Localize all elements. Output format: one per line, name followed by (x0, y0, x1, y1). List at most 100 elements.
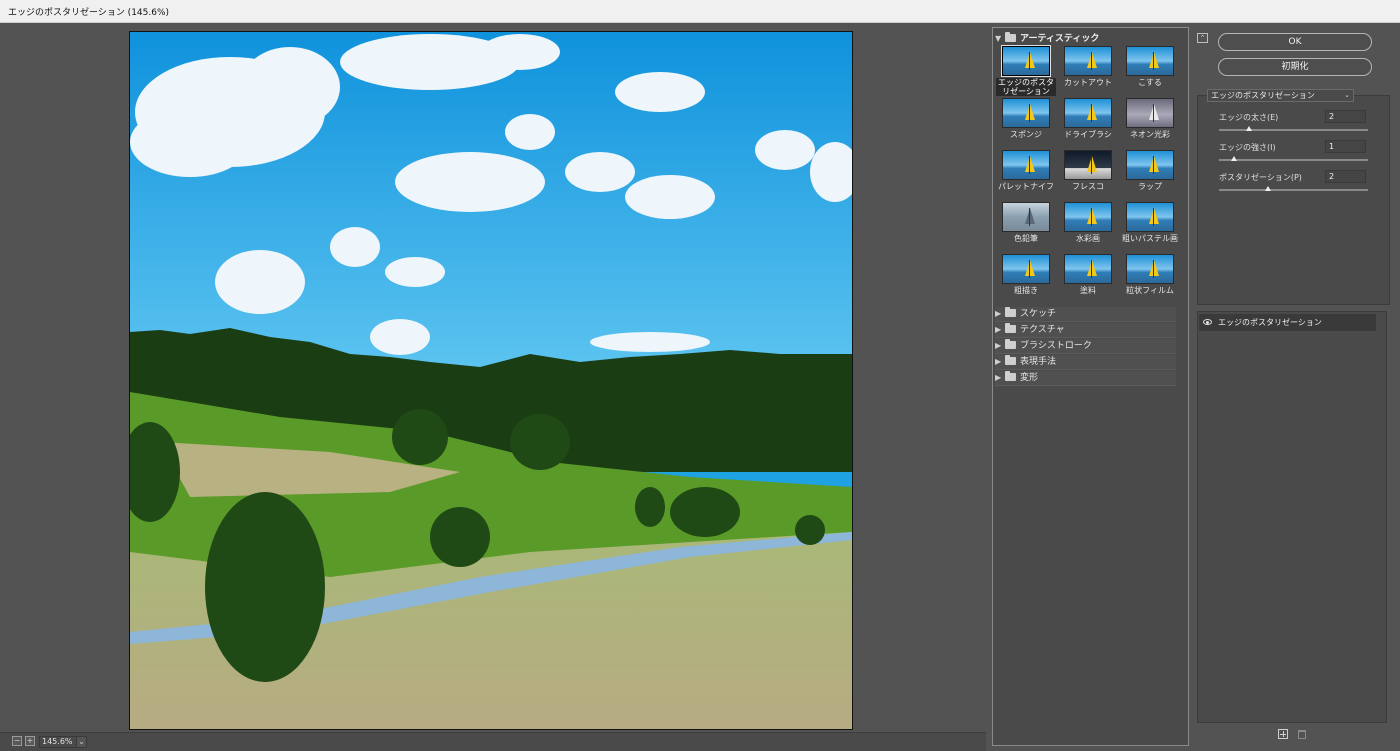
filter-settings-panel (1197, 95, 1390, 305)
zoom-out-button[interactable]: − (12, 736, 22, 746)
filter-thumb[interactable]: スポンジ (996, 97, 1056, 149)
collapse-gallery-button[interactable]: ⌃ (1197, 33, 1208, 43)
filter-thumb[interactable]: エッジのポスタリゼーション (996, 45, 1056, 97)
folder-icon (1005, 339, 1016, 349)
filter-label: 色鉛筆 (1014, 234, 1038, 243)
triangle-right-icon: ▶ (995, 325, 1002, 334)
category-texture[interactable]: ▶ テクスチャ (995, 323, 1176, 338)
eye-icon[interactable] (1203, 319, 1212, 325)
edge-thickness-input[interactable]: 2 (1325, 110, 1366, 123)
filter-label: 粒状フィルム (1126, 286, 1174, 295)
filter-thumb[interactable]: ネオン光彩 (1120, 97, 1180, 149)
filter-label: エッジのポスタリゼーション (996, 78, 1056, 96)
folder-icon (1005, 371, 1016, 381)
filter-label: フレスコ (1072, 182, 1104, 191)
filter-thumbnail-image (1064, 98, 1112, 128)
posterization-slider-thumb[interactable] (1265, 186, 1272, 191)
category-artistic[interactable]: ▼ アーティスティック (995, 31, 1181, 45)
filter-label: 粗いパステル画 (1122, 234, 1178, 243)
folder-icon (1005, 32, 1016, 42)
preview-area[interactable]: − + 145.6% ⌄ (0, 23, 986, 751)
filter-thumb[interactable]: 粗描き (996, 253, 1056, 305)
filter-thumb[interactable]: パレットナイフ (996, 149, 1056, 201)
zoom-in-button[interactable]: + (25, 736, 35, 746)
filter-thumb[interactable]: フレスコ (1058, 149, 1118, 201)
landscape-picture (130, 32, 852, 729)
effect-layers-panel (1197, 311, 1387, 723)
category-label: テクスチャ (1020, 325, 1065, 335)
filter-label: パレットナイフ (998, 182, 1054, 191)
category-sketch[interactable]: ▶ スケッチ (995, 307, 1176, 322)
filter-thumbnail-image (1064, 254, 1112, 284)
filter-thumbnail-image (1064, 202, 1112, 232)
filter-thumbnail-image (1002, 254, 1050, 284)
category-label: アーティスティック (1020, 34, 1100, 44)
filter-thumbnail-image (1126, 254, 1174, 284)
ok-button[interactable]: OK (1218, 33, 1372, 51)
effect-layer-name: エッジのポスタリゼーション (1218, 318, 1322, 327)
triangle-down-icon: ▼ (995, 34, 1002, 43)
filter-label: ドライブラシ (1064, 130, 1112, 139)
reset-button[interactable]: 初期化 (1218, 58, 1372, 76)
filter-thumbnail-image (1126, 150, 1174, 180)
filter-label: カットアウト (1064, 78, 1112, 87)
edge-thickness-label: エッジの太さ(E) (1219, 113, 1279, 122)
edge-intensity-input[interactable]: 1 (1325, 140, 1366, 153)
filter-thumb[interactable]: ラップ (1120, 149, 1180, 201)
effect-layer-row[interactable]: エッジのポスタリゼーション (1199, 314, 1376, 331)
filter-thumbnail-image (1002, 202, 1050, 232)
filter-thumbnails: エッジのポスタリゼーション カットアウト こする スポンジ ドライブラシ ネオン… (996, 45, 1181, 305)
triangle-right-icon: ▶ (995, 357, 1002, 366)
chevron-down-icon: ⌄ (1344, 91, 1350, 99)
filter-label: 塗料 (1080, 286, 1096, 295)
category-brush-strokes[interactable]: ▶ ブラシストローク (995, 339, 1176, 354)
category-distort[interactable]: ▶ 変形 (995, 371, 1176, 386)
filter-label: スポンジ (1010, 130, 1042, 139)
edge-intensity-slider[interactable] (1219, 159, 1368, 161)
preview-image[interactable] (129, 31, 853, 730)
zoom-bar: − + 145.6% ⌄ (0, 732, 986, 751)
filter-thumb[interactable]: こする (1120, 45, 1180, 97)
filter-thumbnail-image (1002, 150, 1050, 180)
title-bar: エッジのポスタリゼーション (145.6%) (0, 0, 1400, 23)
filter-thumbnail-image (1126, 98, 1174, 128)
filter-label: ネオン光彩 (1130, 130, 1170, 139)
posterization-slider[interactable] (1219, 189, 1368, 191)
posterization-input[interactable]: 2 (1325, 170, 1366, 183)
category-label: ブラシストローク (1020, 341, 1092, 351)
triangle-right-icon: ▶ (995, 341, 1002, 350)
triangle-right-icon: ▶ (995, 373, 1002, 382)
filter-select[interactable]: エッジのポスタリゼーション ⌄ (1207, 89, 1354, 102)
filter-gallery: ▼ アーティスティック エッジのポスタリゼーション カットアウト こする スポンジ… (992, 27, 1189, 746)
filter-thumb[interactable]: 水彩画 (1058, 201, 1118, 253)
folder-icon (1005, 355, 1016, 365)
filter-thumbnail-image (1126, 46, 1174, 76)
category-stylize[interactable]: ▶ 表現手法 (995, 355, 1176, 370)
filter-thumbnail-image (1064, 150, 1112, 180)
edge-thickness-slider[interactable] (1219, 129, 1368, 131)
window-title: エッジのポスタリゼーション (145.6%) (8, 8, 170, 18)
trash-icon[interactable] (1298, 730, 1306, 739)
filter-thumbnail-image (1002, 98, 1050, 128)
filter-thumb[interactable]: カットアウト (1058, 45, 1118, 97)
chevron-down-icon[interactable]: ⌄ (76, 736, 87, 748)
filter-thumb[interactable]: 色鉛筆 (996, 201, 1056, 253)
filter-thumbnail-image (1126, 202, 1174, 232)
edge-intensity-slider-thumb[interactable] (1230, 156, 1237, 161)
filter-label: 粗描き (1014, 286, 1038, 295)
filter-thumb[interactable]: ドライブラシ (1058, 97, 1118, 149)
filter-thumb[interactable]: 粒状フィルム (1120, 253, 1180, 305)
filter-thumb[interactable]: 塗料 (1058, 253, 1118, 305)
folder-icon (1005, 307, 1016, 317)
filter-thumbnail-image (1064, 46, 1112, 76)
category-label: 変形 (1020, 373, 1039, 383)
posterization-label: ポスタリゼーション(P) (1219, 173, 1302, 182)
new-effect-layer-icon[interactable] (1278, 729, 1288, 739)
filter-label: こする (1138, 78, 1162, 87)
category-label: スケッチ (1020, 309, 1057, 319)
category-label: 表現手法 (1020, 357, 1057, 367)
filter-thumb[interactable]: 粗いパステル画 (1120, 201, 1180, 253)
folder-icon (1005, 323, 1016, 333)
filter-select-value: エッジのポスタリゼーション (1211, 91, 1315, 100)
edge-thickness-slider-thumb[interactable] (1245, 126, 1252, 131)
